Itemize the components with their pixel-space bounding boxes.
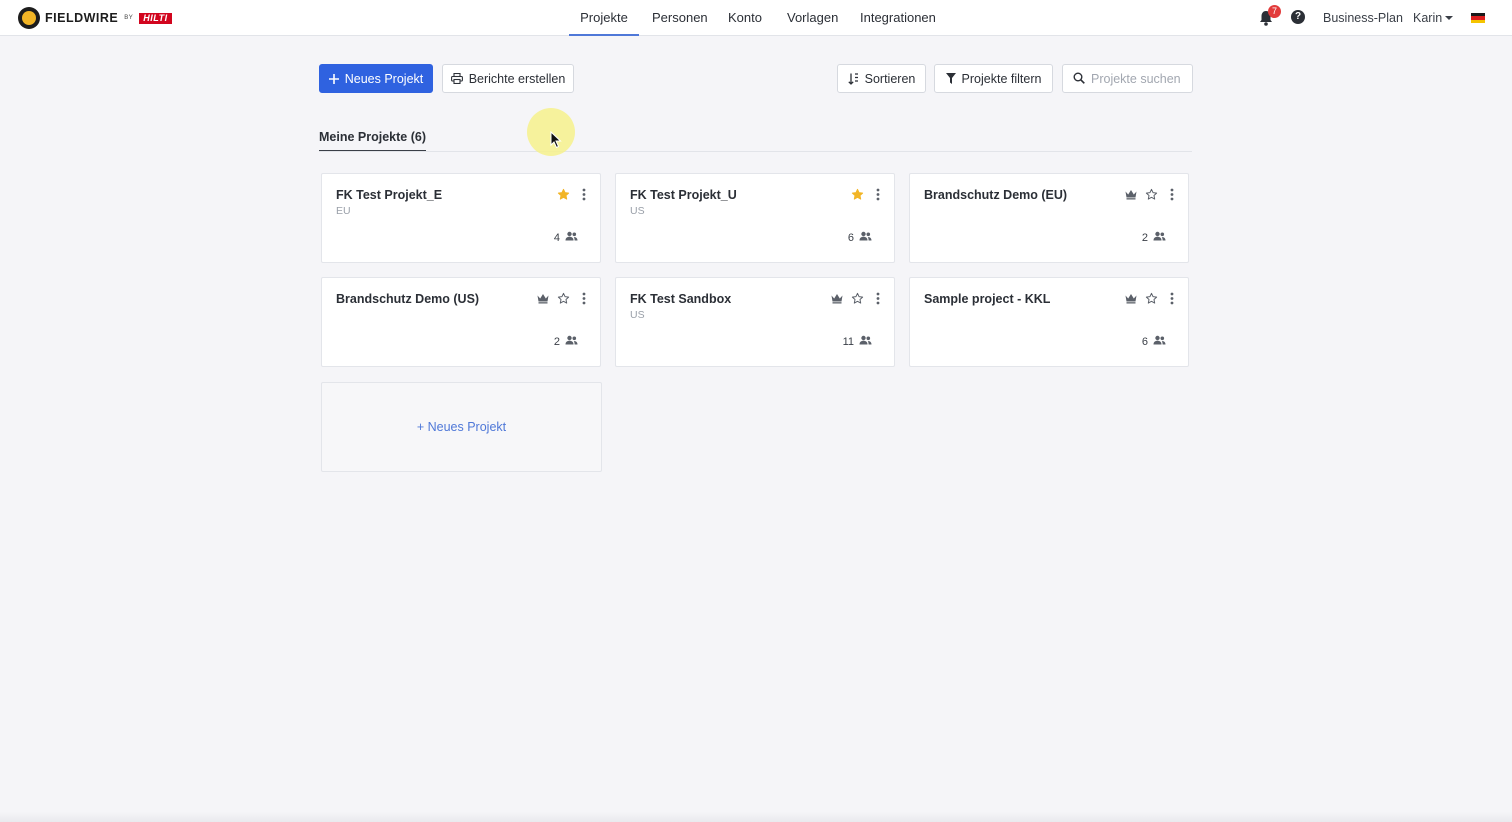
users-icon	[1153, 335, 1166, 348]
star-outline-icon[interactable]	[1145, 188, 1158, 201]
users-icon	[859, 231, 872, 244]
project-name: FK Test Sandbox	[630, 292, 732, 306]
project-card[interactable]: Brandschutz Demo (EU) 2	[909, 173, 1189, 263]
nav-integrationen[interactable]: Integrationen	[860, 0, 936, 36]
project-actions	[549, 188, 586, 201]
users-icon	[1153, 231, 1166, 244]
project-card[interactable]: FK Test Sandbox US 11	[615, 277, 895, 367]
brand-by: BY	[124, 15, 134, 21]
brand-name: FIELDWIRE	[45, 11, 119, 25]
filter-projects-button[interactable]: Projekte filtern	[934, 64, 1053, 93]
project-name: FK Test Projekt_E	[336, 188, 443, 202]
new-project-label: Neues Projekt	[344, 71, 424, 86]
filter-icon	[945, 73, 956, 84]
sort-label: Sortieren	[864, 71, 916, 86]
filter-projects-label: Projekte filtern	[961, 71, 1042, 86]
chevron-down-icon[interactable]	[1445, 16, 1453, 20]
help-icon[interactable]: ?	[1291, 10, 1305, 24]
project-actions	[1117, 292, 1174, 305]
project-actions	[1117, 188, 1174, 201]
project-actions	[529, 292, 586, 305]
project-name: Brandschutz Demo (US)	[336, 292, 480, 306]
project-member-count: 11	[843, 335, 872, 348]
project-actions	[823, 292, 880, 305]
notification-count-badge: 7	[1268, 5, 1281, 18]
member-count-value: 6	[847, 231, 854, 244]
project-member-count: 2	[554, 335, 578, 348]
member-count-value: 6	[1141, 335, 1148, 348]
plan-label[interactable]: Business-Plan	[1323, 11, 1403, 25]
create-reports-label: Berichte erstellen	[468, 71, 566, 86]
tab-divider	[319, 151, 1192, 152]
star-outline-icon[interactable]	[1145, 292, 1158, 305]
hilti-logo: HILTI	[139, 12, 172, 24]
fieldwire-logo[interactable]: FIELDWIRE BY HILTI	[18, 7, 172, 29]
more-options-icon[interactable]	[876, 292, 880, 305]
user-menu[interactable]: Karin	[1413, 11, 1442, 25]
project-card[interactable]: FK Test Projekt_E EU 4	[321, 173, 601, 263]
project-member-count: 4	[554, 231, 578, 244]
member-count-value: 4	[553, 231, 560, 244]
crown-icon	[831, 293, 843, 304]
project-member-count: 6	[848, 231, 872, 244]
flag-de-icon[interactable]	[1471, 13, 1485, 23]
sort-button[interactable]: Sortieren	[837, 64, 926, 93]
search-icon	[1073, 72, 1085, 87]
star-outline-icon[interactable]	[851, 292, 864, 305]
create-reports-button[interactable]: Berichte erstellen	[442, 64, 574, 93]
member-count-value: 2	[553, 335, 560, 348]
star-filled-icon[interactable]	[557, 188, 570, 201]
more-options-icon[interactable]	[582, 188, 586, 201]
project-member-count: 2	[1142, 231, 1166, 244]
more-options-icon[interactable]	[582, 292, 586, 305]
sort-icon	[847, 72, 859, 85]
project-name: Sample project - KKL	[924, 292, 1051, 306]
users-icon	[565, 335, 578, 348]
users-icon	[565, 231, 578, 244]
member-count-value: 2	[1141, 231, 1148, 244]
project-region: EU	[336, 205, 351, 217]
fieldwire-logo-icon	[18, 7, 40, 29]
crown-icon	[1125, 293, 1137, 304]
project-search-field[interactable]	[1062, 64, 1193, 93]
search-input[interactable]	[1091, 65, 1189, 92]
project-member-count: 6	[1142, 335, 1166, 348]
printer-icon	[450, 73, 463, 84]
nav-konto[interactable]: Konto	[728, 0, 762, 36]
project-card[interactable]: Brandschutz Demo (US) 2	[321, 277, 601, 367]
project-actions	[843, 188, 880, 201]
mouse-pointer-icon	[550, 131, 562, 149]
project-region: US	[630, 309, 645, 321]
more-options-icon[interactable]	[876, 188, 880, 201]
project-card[interactable]: FK Test Projekt_U US 6	[615, 173, 895, 263]
star-filled-icon[interactable]	[851, 188, 864, 201]
nav-personen[interactable]: Personen	[652, 0, 708, 36]
crown-icon	[537, 293, 549, 304]
top-navigation-bar: FIELDWIRE BY HILTI Projekte Personen Kon…	[0, 0, 1512, 36]
users-icon	[859, 335, 872, 348]
project-name: Brandschutz Demo (EU)	[924, 188, 1068, 202]
new-project-card[interactable]: + Neues Projekt	[321, 382, 602, 472]
plus-icon	[328, 73, 339, 84]
tab-my-projects[interactable]: Meine Projekte (6)	[319, 126, 426, 152]
star-outline-icon[interactable]	[557, 292, 570, 305]
nav-vorlagen[interactable]: Vorlagen	[787, 0, 838, 36]
crown-icon	[1125, 189, 1137, 200]
window-bottom-edge	[0, 812, 1512, 822]
member-count-value: 11	[842, 335, 854, 348]
project-name: FK Test Projekt_U	[630, 188, 737, 202]
more-options-icon[interactable]	[1170, 292, 1174, 305]
project-region: US	[630, 205, 645, 217]
new-project-button[interactable]: Neues Projekt	[319, 64, 433, 93]
project-card[interactable]: Sample project - KKL 6	[909, 277, 1189, 367]
nav-projekte[interactable]: Projekte	[569, 0, 639, 36]
more-options-icon[interactable]	[1170, 188, 1174, 201]
